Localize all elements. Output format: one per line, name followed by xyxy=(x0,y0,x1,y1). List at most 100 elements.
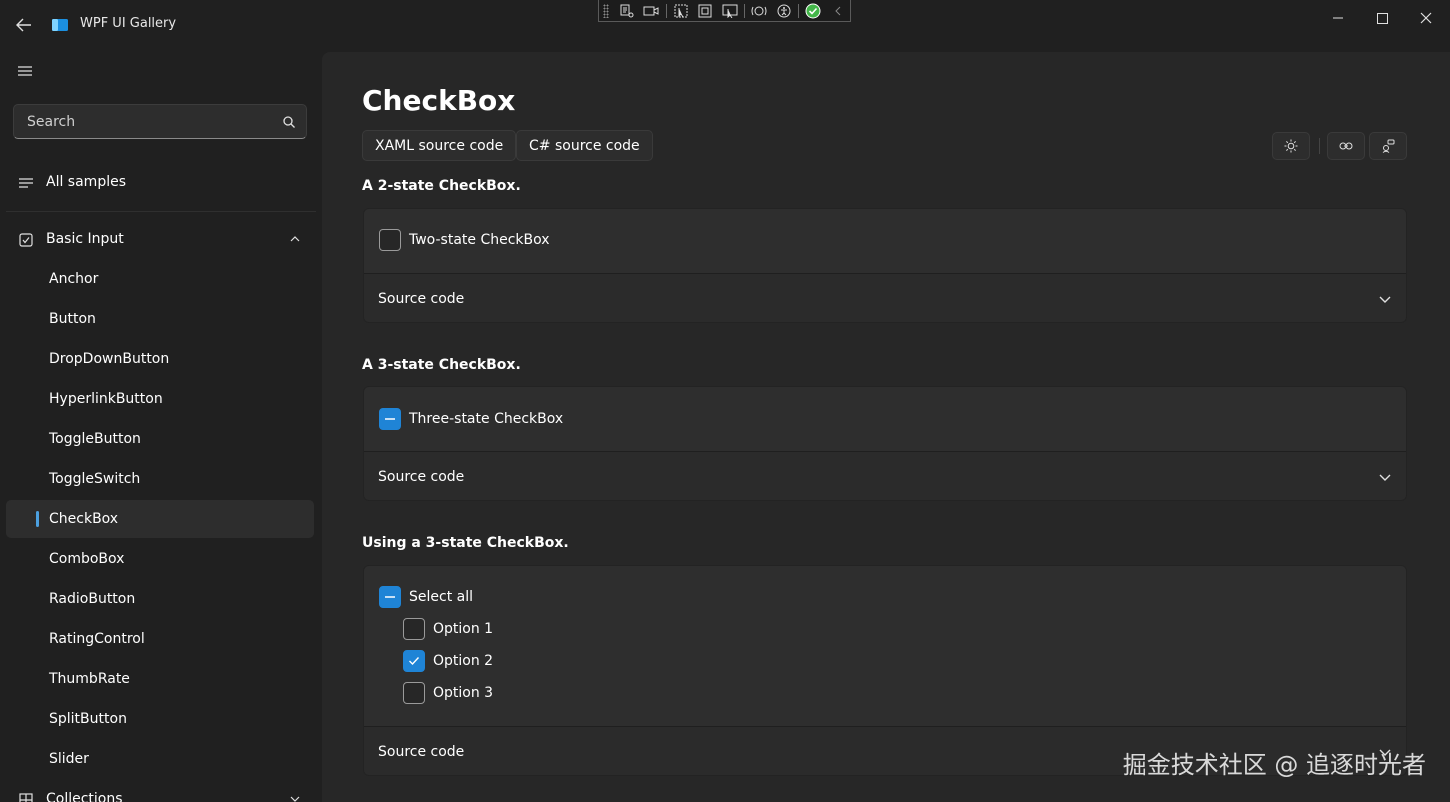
source-code-label: Source code xyxy=(378,290,465,307)
sidebar-item-label: DropDownButton xyxy=(49,351,170,367)
binding-status-button[interactable] xyxy=(801,2,826,20)
checkmark-icon xyxy=(409,657,420,666)
sidebar-item-label: Button xyxy=(49,311,96,327)
sidebar-item-label: ComboBox xyxy=(49,551,125,567)
page-title: CheckBox xyxy=(362,84,516,117)
hot-reload-icon xyxy=(751,6,767,15)
sidebar-group-label: Basic Input xyxy=(46,231,124,247)
link-icon xyxy=(1339,142,1353,150)
checkbox-box[interactable] xyxy=(403,618,425,640)
window-title: WPF UI Gallery xyxy=(80,16,177,31)
source-code-expander[interactable]: Source code xyxy=(364,451,1406,500)
sidebar-item-anchor[interactable]: Anchor xyxy=(6,260,314,298)
adorner-icon xyxy=(698,4,712,17)
watermark: 掘金技术社区 @ 追逐时光者 xyxy=(1122,751,1426,779)
option-2-checkbox[interactable]: Option 2 xyxy=(403,650,493,672)
menu-toggle-button[interactable] xyxy=(12,60,38,82)
track-focus-button[interactable] xyxy=(718,2,743,20)
camera-icon xyxy=(643,6,659,15)
checkbox-box[interactable] xyxy=(403,682,425,704)
sidebar-item-ratingcontrol[interactable]: RatingControl xyxy=(6,620,314,658)
navigation-pane: All samples Basic Input Anchor Button Drop… xyxy=(0,50,322,802)
search-icon[interactable] xyxy=(282,115,296,129)
close-button[interactable] xyxy=(1409,8,1443,28)
hot-reload-button[interactable] xyxy=(747,2,772,20)
app-logo-icon xyxy=(52,19,68,31)
checkbox-label: Option 3 xyxy=(433,685,494,701)
minimize-icon xyxy=(1333,17,1343,19)
tree-icon xyxy=(620,4,634,17)
sidebar-item-button[interactable]: Button xyxy=(6,300,314,338)
sidebar-item-label: RatingControl xyxy=(49,631,145,647)
sidebar-item-label: RadioButton xyxy=(49,591,136,607)
checkbox-box[interactable] xyxy=(379,408,401,430)
sidebar-item-label: ToggleButton xyxy=(49,431,141,447)
sidebar-item-togglebutton[interactable]: ToggleButton xyxy=(6,420,314,458)
person-feedback-icon xyxy=(1382,139,1395,153)
option-3-checkbox[interactable]: Option 3 xyxy=(403,682,493,704)
live-tree-button[interactable] xyxy=(615,2,640,20)
sidebar-item-radiobutton[interactable]: RadioButton xyxy=(6,580,314,618)
maximize-button[interactable] xyxy=(1365,8,1399,28)
sidebar-item-dropdownbutton[interactable]: DropDownButton xyxy=(6,340,314,378)
checkbox-box[interactable] xyxy=(403,650,425,672)
sidebar-item-splitbutton[interactable]: SplitButton xyxy=(6,700,314,738)
feedback-button[interactable] xyxy=(1369,132,1407,160)
xaml-source-button[interactable]: XAML source code xyxy=(362,130,517,161)
content-area: CheckBox XAML source code C# source code… xyxy=(322,52,1450,802)
search-input[interactable] xyxy=(25,112,265,131)
collapse-toolbar-button[interactable] xyxy=(825,2,850,20)
indeterminate-icon xyxy=(385,418,395,420)
accessibility-button[interactable] xyxy=(772,2,797,20)
close-icon xyxy=(1420,12,1432,24)
two-state-checkbox[interactable]: Two-state CheckBox xyxy=(379,229,550,251)
sidebar-group-collections[interactable]: Collections xyxy=(6,780,314,802)
record-button[interactable] xyxy=(639,2,664,20)
app-window: WPF UI Gallery Search All samples Basic … xyxy=(0,0,1450,802)
accessibility-icon xyxy=(777,4,791,17)
back-button[interactable] xyxy=(10,12,38,38)
checkbox-box[interactable] xyxy=(379,586,401,608)
minimize-button[interactable] xyxy=(1321,8,1355,28)
sidebar-item-label: Anchor xyxy=(49,271,99,287)
sidebar-item-hyperlinkbutton[interactable]: HyperlinkButton xyxy=(6,380,314,418)
maximize-icon xyxy=(1376,12,1388,24)
sidebar-item-combobox[interactable]: ComboBox xyxy=(6,540,314,578)
three-state-checkbox[interactable]: Three-state CheckBox xyxy=(379,408,563,430)
sidebar-item-label: ToggleSwitch xyxy=(49,471,141,487)
copy-link-button[interactable] xyxy=(1327,132,1365,160)
source-code-label: Source code xyxy=(378,743,465,760)
search-box[interactable] xyxy=(13,104,307,139)
sidebar-item-slider[interactable]: Slider xyxy=(6,740,314,778)
theme-toggle-button[interactable] xyxy=(1272,132,1310,160)
list-icon xyxy=(18,175,34,191)
sidebar-item-label: Slider xyxy=(49,751,89,767)
sidebar-group-basic-input[interactable]: Basic Input xyxy=(6,220,314,258)
sample-card: Two-state CheckBox Source code xyxy=(363,208,1407,323)
sidebar-item-label: ThumbRate xyxy=(49,671,130,687)
arrow-left-icon xyxy=(16,18,31,32)
sidebar-item-label: CheckBox xyxy=(49,511,119,527)
sidebar-item-toggleswitch[interactable]: ToggleSwitch xyxy=(6,460,314,498)
cursor-select-icon xyxy=(674,4,688,17)
source-code-expander[interactable]: Source code xyxy=(364,273,1406,322)
chevron-down-icon xyxy=(1378,292,1392,306)
sample-demo: Select all Option 1 Option 2 Option 3 xyxy=(364,566,1406,726)
sidebar-item-label: SplitButton xyxy=(49,711,127,727)
check-circle-icon xyxy=(805,3,821,18)
checkbox-box[interactable] xyxy=(379,229,401,251)
csharp-source-button[interactable]: C# source code xyxy=(516,130,653,161)
checkbox-label: Three-state CheckBox xyxy=(409,411,564,427)
sidebar-item-all-samples[interactable]: All samples xyxy=(6,163,314,201)
select-all-checkbox[interactable]: Select all xyxy=(379,586,473,608)
checkbox-label: Option 2 xyxy=(433,653,494,669)
grip-icon[interactable] xyxy=(603,3,609,18)
sample-demo: Three-state CheckBox xyxy=(364,387,1406,451)
sample-card: Three-state CheckBox Source code xyxy=(363,386,1407,501)
display-adorners-button[interactable] xyxy=(693,2,718,20)
sidebar-item-thumbrate[interactable]: ThumbRate xyxy=(6,660,314,698)
option-1-checkbox[interactable]: Option 1 xyxy=(403,618,493,640)
chevron-down-icon xyxy=(1378,470,1392,484)
sidebar-item-checkbox[interactable]: CheckBox xyxy=(6,500,314,538)
select-element-button[interactable] xyxy=(669,2,694,20)
